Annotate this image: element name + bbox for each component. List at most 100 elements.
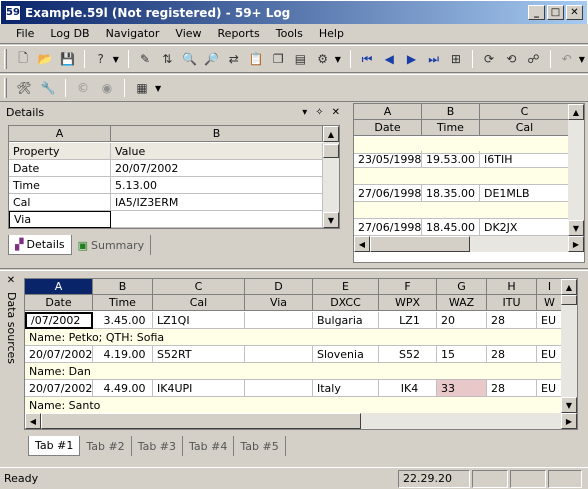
layout-icon[interactable]: ▤ [290, 48, 310, 70]
undo-icon[interactable]: ↶ [557, 48, 577, 70]
open-icon[interactable]: 📂 [35, 48, 55, 70]
menu-file[interactable]: File [8, 27, 42, 40]
dxcc-cell[interactable]: Slovenia [313, 346, 379, 363]
waz-cell[interactable]: 33 [437, 380, 487, 397]
value-cell[interactable] [111, 211, 323, 228]
close-button[interactable]: ✕ [566, 5, 583, 20]
save-icon[interactable]: 💾 [57, 48, 77, 70]
dxcc-cell[interactable]: Bulgaria [313, 312, 379, 329]
scroll-down-icon[interactable]: ▼ [568, 220, 584, 236]
cal-cell[interactable]: IK4UPI [153, 380, 245, 397]
time-cell[interactable]: 3.45.00 [93, 312, 153, 329]
property-cell[interactable]: Property [9, 143, 111, 160]
pin-icon[interactable]: ▾ [302, 107, 307, 118]
cal-cell[interactable]: DE1MLB [480, 185, 570, 202]
via-cell[interactable] [245, 380, 313, 397]
value-cell[interactable]: 20/07/2002 [111, 160, 323, 177]
wpx-cell[interactable]: LZ1 [379, 312, 437, 329]
tab-summary[interactable]: ▣ Summary [72, 235, 152, 255]
field-header[interactable]: DXCC [313, 295, 379, 311]
scroll-right-icon[interactable]: ▶ [561, 413, 577, 429]
col-header-e[interactable]: E [313, 279, 379, 295]
cal-cell[interactable]: I6TIH [480, 151, 570, 168]
last-record-icon[interactable]: ⏭ [424, 48, 444, 70]
waz-cell[interactable]: 15 [437, 346, 487, 363]
main-grid-vscrollbar[interactable]: ▲ ▼ [561, 279, 577, 413]
menu-log-db[interactable]: Log DB [42, 27, 97, 40]
property-cell[interactable]: Cal [9, 194, 111, 211]
dropdown-arrow-icon[interactable]: ▼ [579, 55, 588, 64]
scroll-thumb[interactable] [370, 236, 470, 252]
property-cell[interactable]: Via [9, 211, 111, 228]
details-scrollbar[interactable]: ▲ ▼ [323, 126, 339, 228]
main-grid-hscrollbar[interactable]: ◀ ▶ [25, 413, 577, 429]
right-grid-hscrollbar[interactable]: ◀ ▶ [354, 236, 584, 252]
table-row[interactable]: 20/07/2002 4.19.00 S52RT Slovenia S52 15… [25, 346, 563, 363]
date-cell[interactable]: 27/06/1998 [354, 219, 422, 236]
scroll-left-icon[interactable]: ◀ [354, 236, 370, 252]
col-header-b[interactable]: B [111, 126, 323, 142]
col-header-c[interactable]: C [480, 104, 570, 120]
scroll-up-icon[interactable]: ▲ [561, 279, 577, 295]
field-header[interactable]: WPX [379, 295, 437, 311]
value-cell[interactable]: Value [111, 143, 323, 160]
menu-tools[interactable]: Tools [268, 27, 311, 40]
via-cell[interactable] [245, 346, 313, 363]
col-header-b[interactable]: B [93, 279, 153, 295]
scroll-thumb[interactable] [41, 413, 361, 429]
new-icon[interactable]: 🗋 [13, 48, 33, 70]
note-row[interactable]: Name: Santo [25, 397, 563, 414]
date-cell[interactable]: 20/07/2002 [25, 346, 93, 363]
settings-icon[interactable]: ⚙ [313, 48, 333, 70]
splitter[interactable] [0, 268, 588, 271]
wpx-cell[interactable]: S52 [379, 346, 437, 363]
col-header-b[interactable]: B [422, 104, 480, 120]
w-cell[interactable]: EU [537, 380, 563, 397]
tab-4[interactable]: Tab #4 [183, 436, 235, 456]
find-icon[interactable]: 🔍 [179, 48, 199, 70]
right-grid-vscrollbar[interactable]: ▲ ▼ [568, 104, 584, 236]
prev-record-icon[interactable]: ◀ [379, 48, 399, 70]
tab-2[interactable]: Tab #2 [80, 436, 132, 456]
date-cell[interactable]: 27/06/1998 [354, 185, 422, 202]
time-cell[interactable]: 18.35.00 [422, 185, 480, 202]
tab-5[interactable]: Tab #5 [234, 436, 286, 456]
dropdown-arrow-icon[interactable]: ▼ [113, 55, 122, 64]
cal-cell[interactable]: DK2JX [480, 219, 570, 236]
table-row[interactable]: 20/07/2002 4.49.00 IK4UPI Italy IK4 33 2… [25, 380, 563, 397]
dropdown-arrow-icon[interactable]: ▼ [335, 55, 344, 64]
waz-cell[interactable]: 20 [437, 312, 487, 329]
copy-icon[interactable]: © [72, 77, 94, 99]
time-cell[interactable]: 4.49.00 [93, 380, 153, 397]
date-cell[interactable]: /07/2002 [25, 312, 93, 329]
col-header-a[interactable]: A [9, 126, 111, 142]
date-cell[interactable]: 20/07/2002 [25, 380, 93, 397]
field-header[interactable]: ITU [487, 295, 537, 311]
find-next-icon[interactable]: 🔎 [202, 48, 222, 70]
data-sources-label[interactable]: Data sources [5, 292, 18, 364]
col-header-g[interactable]: G [437, 279, 487, 295]
add-record-icon[interactable]: ⊞ [446, 48, 466, 70]
edit-icon[interactable]: ✎ [135, 48, 155, 70]
menu-navigator[interactable]: Navigator [98, 27, 168, 40]
wpx-cell[interactable]: IK4 [379, 380, 437, 397]
property-cell[interactable]: Time [9, 177, 111, 194]
via-cell[interactable] [245, 312, 313, 329]
dropdown-arrow-icon[interactable]: ▼ [155, 84, 165, 93]
tab-details[interactable]: ▞ Details [8, 235, 72, 255]
data-sources-sidebar[interactable]: ✕ Data sources [4, 275, 18, 463]
itu-cell[interactable]: 28 [487, 312, 537, 329]
cal-cell[interactable]: LZ1QI [153, 312, 245, 329]
scroll-up-icon[interactable]: ▲ [568, 104, 584, 120]
col-header-a[interactable]: A [354, 104, 422, 120]
value-cell[interactable]: 5.13.00 [111, 177, 323, 194]
minimize-button[interactable]: _ [528, 5, 545, 20]
windows-icon[interactable]: ❐ [268, 48, 288, 70]
help-icon[interactable]: ? [91, 48, 111, 70]
calculator-icon[interactable]: ▦ [131, 77, 153, 99]
tool-icon[interactable]: 🛠 [13, 77, 35, 99]
field-header[interactable]: Date [354, 120, 422, 136]
scroll-right-icon[interactable]: ▶ [568, 236, 584, 252]
scroll-down-icon[interactable]: ▼ [561, 397, 577, 413]
time-cell[interactable]: 19.53.00 [422, 151, 480, 168]
